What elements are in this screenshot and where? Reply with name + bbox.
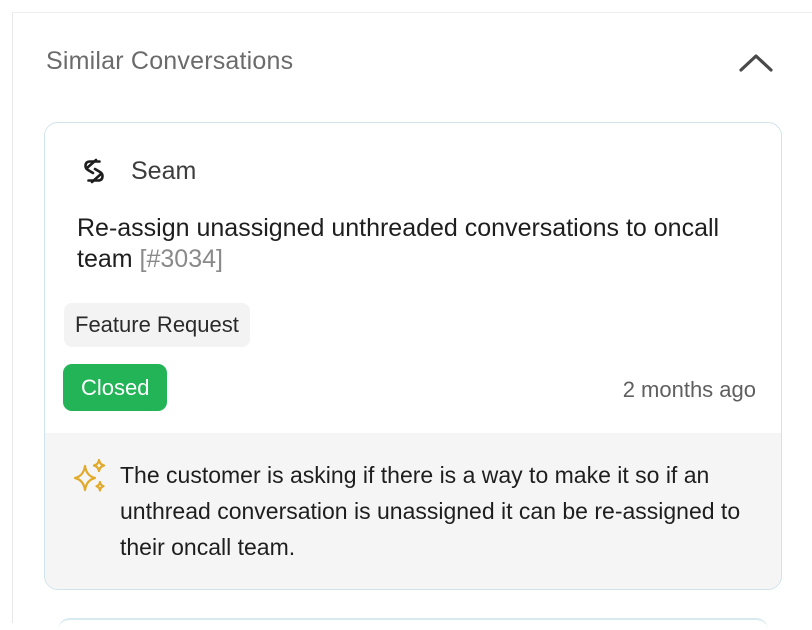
- summary-text: The customer is asking if there is a way…: [120, 462, 741, 560]
- chevron-up-icon: [739, 54, 773, 72]
- conversation-id: [#3034]: [139, 245, 223, 273]
- timestamp: 2 months ago: [622, 377, 756, 402]
- collapse-button[interactable]: [738, 48, 774, 78]
- conversation-card[interactable]: Seam Re-assign unassigned unthreaded con…: [44, 122, 782, 590]
- seam-logo-icon: [84, 158, 104, 184]
- section-title: Similar Conversations: [46, 47, 294, 75]
- conversation-title[interactable]: Re-assign unassigned unthreaded conversa…: [77, 213, 737, 275]
- sparkle-icon: [73, 458, 106, 492]
- company-name: Seam: [131, 156, 197, 185]
- card-header: Seam Re-assign unassigned unthreaded con…: [45, 123, 781, 433]
- tag-feature-request[interactable]: Feature Request: [64, 303, 250, 347]
- section-header[interactable]: Similar Conversations: [46, 38, 776, 88]
- ai-summary: The customer is asking if there is a way…: [45, 433, 781, 589]
- next-conversation-card[interactable]: [58, 618, 768, 630]
- status-badge: Closed: [63, 364, 168, 411]
- company-row: Seam: [79, 155, 196, 187]
